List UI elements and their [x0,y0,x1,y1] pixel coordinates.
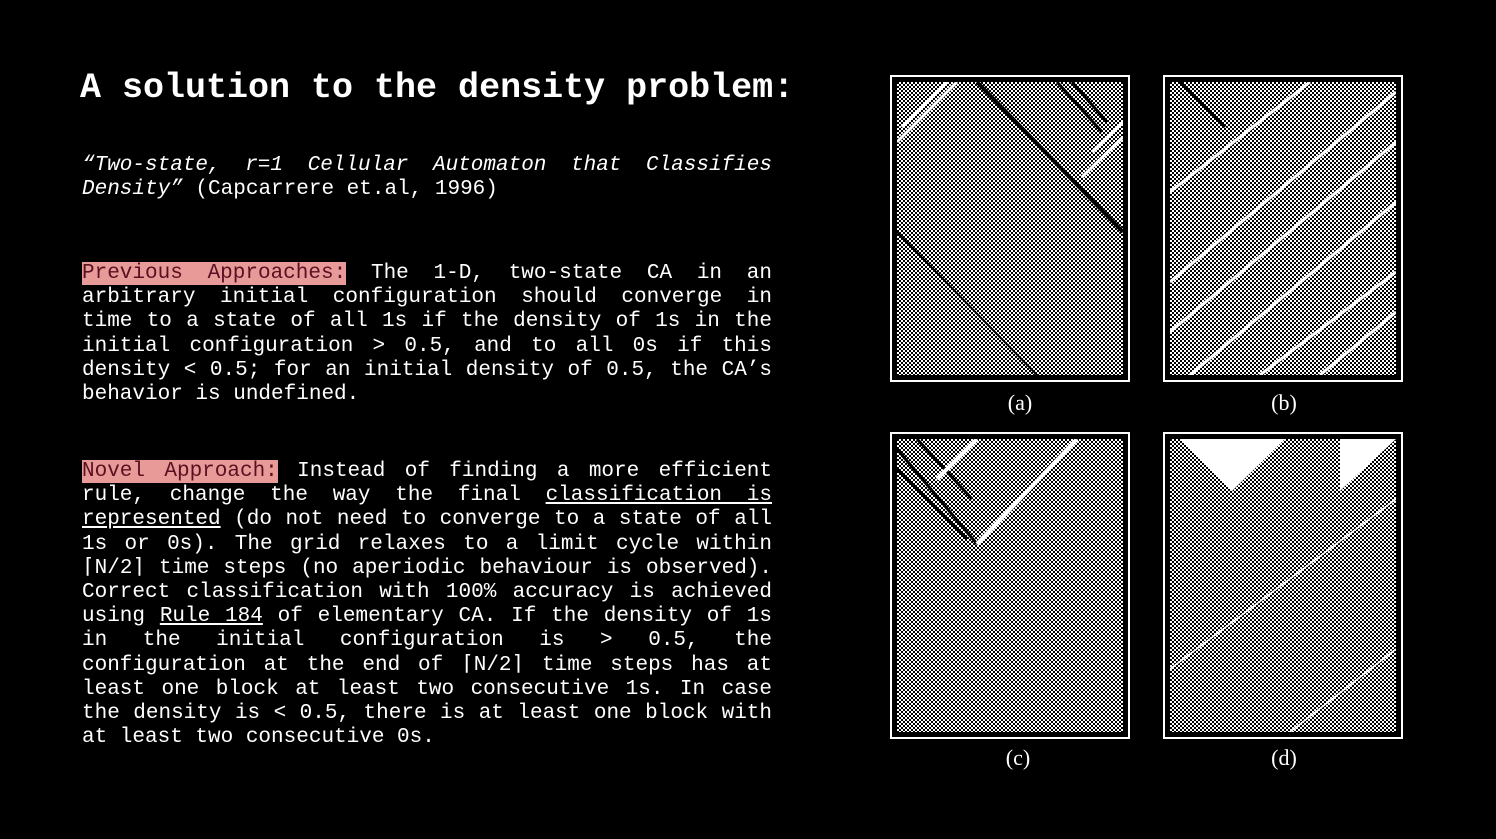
text-segment: at least two consecutive 0s. [82,726,435,750]
text-segment: least one block at least two consecutive… [82,677,772,701]
highlighted-label: Previous Approaches: [82,262,347,285]
text-segment: Instead of finding a more efficient [277,460,772,483]
figure-b [1163,75,1403,382]
text-segment: of elementary CA. If the density of 1s [262,605,772,629]
text-line: 1s or 0s). The grid relaxes to a limit c… [82,533,772,557]
text-line: initial configuration > 0.5, and to all … [82,335,772,359]
figure-d-caption: (d) [1271,745,1297,770]
figure-b-caption: (b) [1271,390,1297,415]
novel-approach-paragraph: Novel Approach: Instead of finding a mor… [82,460,772,750]
text-line: density < 0.5; for an initial density of… [82,359,772,383]
text-segment: “Two-state, r=1 Cellular Automaton that … [82,154,772,177]
text-segment: arbitrary initial configuration should c… [82,286,772,310]
text-line: ⌈N/2⌉ time steps (no aperiodic behaviour… [82,557,772,581]
text-line: Previous Approaches: The 1-D, two-state … [82,262,772,286]
text-segment: Correct classification with 100% accurac… [82,580,772,604]
text-segment: behavior is undefined. [82,382,360,406]
text-line: at least two consecutive 0s. [82,726,772,750]
text-line: represented (do not need to converge to … [82,508,772,532]
figure-a [890,75,1130,382]
text-segment: initial configuration > 0.5, and to all … [82,334,772,358]
text-line: least one block at least two consecutive… [82,678,772,702]
figure-d [1163,432,1403,739]
text-segment: Density” [82,178,183,202]
text-line: in the initial configuration is > 0.5, t… [82,629,772,653]
previous-approaches-paragraph: Previous Approaches: The 1-D, two-state … [82,262,772,407]
citation: “Two-state, r=1 Cellular Automaton that … [82,154,772,202]
text-segment: density < 0.5; for an initial density of… [82,358,772,382]
text-segment: (Capcarrere et.al, 1996) [182,178,498,202]
text-segment: in the initial configuration is > 0.5, t… [82,629,772,653]
highlighted-label: Novel Approach: [82,460,278,483]
text-segment: ⌈N/2⌉ time steps (no aperiodic behaviour… [82,556,772,580]
text-segment: the density is < 0.5, there is at least … [82,701,772,725]
text-line: Density” (Capcarrere et.al, 1996) [82,178,772,202]
text-segment: time to a state of all 1s if the density… [82,310,772,334]
text-line: time to a state of all 1s if the density… [82,310,772,334]
text-line: behavior is undefined. [82,383,772,407]
text-line: Novel Approach: Instead of finding a mor… [82,460,772,484]
text-line: Correct classification with 100% accurac… [82,581,772,605]
text-line: configuration at the end of ⌈N/2⌉ time s… [82,654,772,678]
figure-c [890,432,1130,739]
text-segment: using [82,605,160,629]
text-line: “Two-state, r=1 Cellular Automaton that … [82,154,772,178]
figure-c-caption: (c) [1005,745,1031,770]
slide-title: A solution to the density problem: [80,68,795,108]
underlined-text: Rule 184 [159,605,263,629]
text-segment: rule, change the way the final [82,484,546,508]
text-line: using Rule 184 of elementary CA. If the … [82,605,772,629]
text-segment: The 1-D, two-state CA in an [346,262,772,285]
text-segment: configuration at the end of ⌈N/2⌉ time s… [82,653,772,677]
text-line: arbitrary initial configuration should c… [82,286,772,310]
text-segment: 1s or 0s). The grid relaxes to a limit c… [82,532,772,556]
text-line: rule, change the way the final classific… [82,484,772,508]
underlined-text: represented [82,508,221,532]
text-segment: (do not need to converge to a state of a… [220,508,772,532]
underlined-text: classification is [545,484,772,508]
text-line: the density is < 0.5, there is at least … [82,702,772,726]
figure-a-caption: (a) [1007,390,1033,415]
